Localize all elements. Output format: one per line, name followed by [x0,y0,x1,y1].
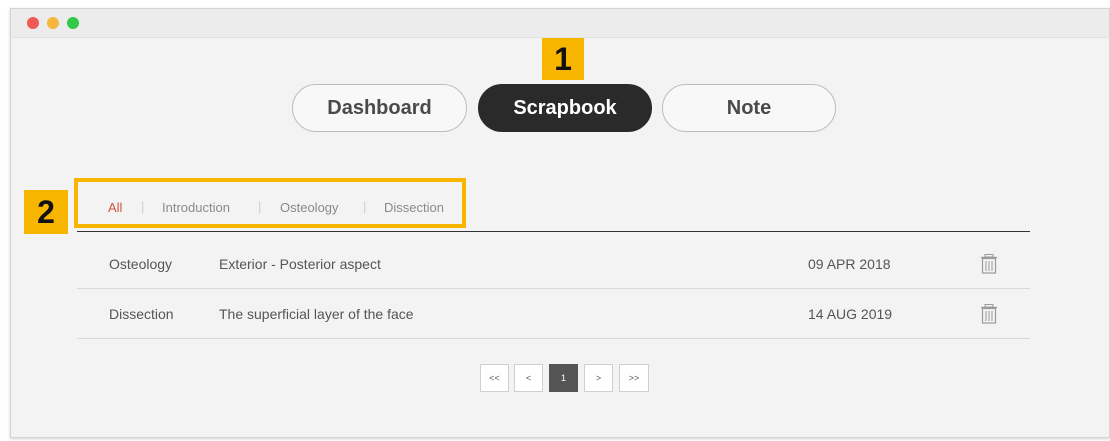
list-header-divider [77,231,1030,232]
pagination-prev-button[interactable]: < [514,364,543,392]
pagination-last-button[interactable]: >> [619,364,649,392]
callout-marker-1: 1 [542,38,584,80]
maximize-window-button[interactable] [67,17,79,29]
title-bar [11,9,1109,38]
filter-all[interactable]: All [108,200,122,215]
filter-osteology[interactable]: Osteology [280,200,339,215]
minimize-window-button[interactable] [47,17,59,29]
filter-separator: | [141,199,145,214]
item-category: Osteology [109,256,173,272]
pagination-first-button[interactable]: << [480,364,509,392]
filter-dissection[interactable]: Dissection [384,200,444,215]
callout-marker-2: 2 [24,190,68,234]
filter-separator: | [258,199,262,214]
trash-icon[interactable] [980,304,998,324]
item-title[interactable]: The superficial layer of the face [219,306,414,322]
filter-introduction[interactable]: Introduction [162,200,230,215]
pagination-page-1[interactable]: 1 [549,364,578,392]
tab-dashboard[interactable]: Dashboard [292,84,467,132]
close-window-button[interactable] [27,17,39,29]
item-date: 14 AUG 2019 [808,306,893,322]
pagination-next-button[interactable]: > [584,364,613,392]
list-item[interactable]: Dissection The superficial layer of the … [77,290,1030,339]
item-title[interactable]: Exterior - Posterior aspect [219,256,381,272]
tab-scrapbook[interactable]: Scrapbook [478,84,652,132]
item-date: 09 APR 2018 [808,256,891,272]
trash-icon[interactable] [980,254,998,274]
list-item[interactable]: Osteology Exterior - Posterior aspect 09… [77,240,1030,289]
item-category: Dissection [109,306,174,322]
tab-note[interactable]: Note [662,84,836,132]
filter-separator: | [363,199,367,214]
